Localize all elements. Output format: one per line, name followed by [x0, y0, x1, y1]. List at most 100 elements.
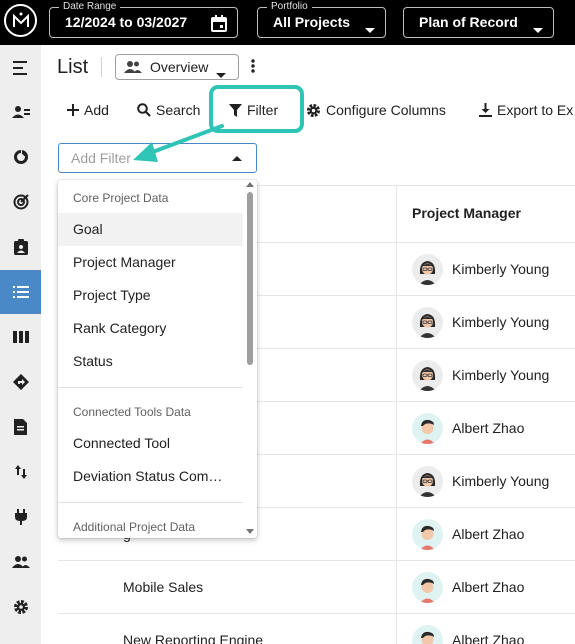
calendar-icon[interactable] [211, 15, 227, 37]
scroll-down-arrow-icon[interactable] [246, 529, 254, 534]
avatar [412, 466, 443, 497]
plug-icon [14, 509, 27, 525]
filter-highlight-box [209, 85, 304, 133]
date-range-label: Date Range [59, 0, 121, 13]
project-manager-name: Albert Zhao [452, 420, 525, 436]
date-range-value: 12/2024 to 03/2027 [65, 14, 188, 30]
divider [101, 57, 102, 77]
scroll-up-arrow-icon[interactable] [246, 182, 254, 187]
plan-value: Plan of Record [419, 14, 518, 30]
column-header-project-manager[interactable]: Project Manager [412, 205, 521, 221]
list-icon [12, 286, 29, 298]
sidebar-item-menu[interactable] [0, 46, 41, 90]
view-select-label: Overview [150, 59, 209, 75]
project-manager-name: Albert Zhao [452, 526, 525, 542]
configure-columns-label: Configure Columns [326, 102, 446, 118]
add-filter-select[interactable]: Add Filter [58, 143, 257, 173]
export-label: Export to Ex [497, 102, 574, 118]
roadmap-icon [12, 374, 29, 390]
people-icon [124, 60, 142, 78]
avatar [412, 254, 443, 285]
sidebar-item-assignments[interactable] [0, 225, 41, 269]
avatar [412, 360, 443, 391]
sidebar-item-board[interactable] [0, 315, 41, 359]
sidebar-item-roadmap[interactable] [0, 360, 41, 404]
search-icon [137, 103, 151, 117]
more-options-icon[interactable] [251, 58, 255, 79]
add-label: Add [84, 102, 109, 118]
search-button[interactable]: Search [137, 102, 200, 118]
dropdown-option-project-manager[interactable]: Project Manager [58, 246, 243, 279]
search-label: Search [156, 102, 201, 118]
table-row[interactable]: Mobile Sales Albert Zhao [58, 560, 575, 613]
sidebar-item-settings[interactable] [0, 585, 41, 629]
dropdown-group-header: Core Project Data [73, 191, 169, 205]
sidebar [0, 45, 41, 644]
dropdown-option-rank-category[interactable]: Rank Category [58, 312, 243, 345]
page-title: List [57, 56, 89, 78]
dropdown-group-header: Additional Project Data [73, 520, 196, 534]
sidebar-item-goals[interactable] [0, 180, 41, 224]
dropdown-option-status[interactable]: Status [58, 345, 243, 378]
clipboard-person-icon [13, 239, 28, 255]
sidebar-item-integrations[interactable] [0, 495, 41, 539]
project-manager-name: Albert Zhao [452, 632, 525, 644]
project-name[interactable]: New Reporting Engine [123, 632, 263, 644]
team-icon [11, 556, 30, 568]
donut-chart-icon [13, 149, 29, 164]
dropdown-divider [58, 387, 243, 388]
columns-icon [12, 331, 29, 343]
sidebar-item-sync[interactable] [0, 450, 41, 494]
project-manager-name: Kimberly Young [452, 473, 550, 489]
download-icon [479, 103, 492, 117]
sidebar-item-list[interactable] [0, 270, 41, 314]
logo-icon [12, 12, 29, 27]
add-filter-placeholder: Add Filter [71, 150, 131, 166]
target-icon [13, 194, 29, 210]
portfolio-value: All Projects [273, 14, 351, 30]
add-button[interactable]: Add [67, 102, 109, 118]
project-manager-name: Kimberly Young [452, 261, 550, 277]
table-row[interactable]: New Reporting Engine Albert Zhao [58, 613, 575, 644]
settings-icon [13, 600, 28, 614]
project-manager-name: Albert Zhao [452, 579, 525, 595]
chevron-down-icon [216, 65, 226, 83]
portfolio-label: Portfolio [267, 0, 312, 13]
avatar [412, 413, 443, 444]
gear-icon [306, 103, 321, 117]
chevron-up-icon [232, 156, 242, 161]
project-name[interactable]: Mobile Sales [123, 579, 203, 595]
app-logo[interactable] [4, 4, 37, 37]
chevron-down-icon [533, 20, 543, 38]
menu-icon [12, 61, 27, 75]
people-list-icon [11, 106, 30, 118]
dropdown-scrollbar[interactable] [245, 180, 255, 538]
dropdown-divider [58, 502, 243, 503]
sidebar-item-team[interactable] [0, 540, 41, 584]
sidebar-item-dashboard[interactable] [0, 135, 41, 179]
top-bar: Date Range 12/2024 to 03/2027 Portfolio … [0, 0, 575, 45]
filter-dropdown[interactable]: Core Project Data Goal Project Manager P… [58, 180, 257, 538]
project-manager-name: Kimberly Young [452, 314, 550, 330]
dropdown-option-goal[interactable]: Goal [58, 213, 243, 246]
date-range-select[interactable]: Date Range 12/2024 to 03/2027 [49, 0, 238, 38]
swap-icon [14, 465, 27, 479]
export-button[interactable]: Export to Ex [479, 102, 573, 118]
dropdown-option-project-type[interactable]: Project Type [58, 279, 243, 312]
sidebar-item-people[interactable] [0, 90, 41, 134]
configure-columns-button[interactable]: Configure Columns [306, 102, 446, 118]
avatar [412, 519, 443, 550]
dropdown-group-header: Connected Tools Data [73, 405, 191, 419]
dropdown-option-deviation-status[interactable]: Deviation Status Com… [58, 460, 243, 493]
plan-select[interactable]: Plan of Record [403, 7, 554, 38]
document-icon [14, 419, 27, 435]
scrollbar-thumb[interactable] [247, 192, 253, 365]
avatar [412, 307, 443, 338]
portfolio-select[interactable]: Portfolio All Projects [257, 0, 386, 38]
view-select[interactable]: Overview [115, 54, 239, 80]
dropdown-option-connected-tool[interactable]: Connected Tool [58, 427, 243, 460]
project-manager-name: Kimberly Young [452, 367, 550, 383]
plus-icon [67, 104, 79, 116]
sidebar-item-documents[interactable] [0, 405, 41, 449]
chevron-down-icon [365, 20, 375, 38]
